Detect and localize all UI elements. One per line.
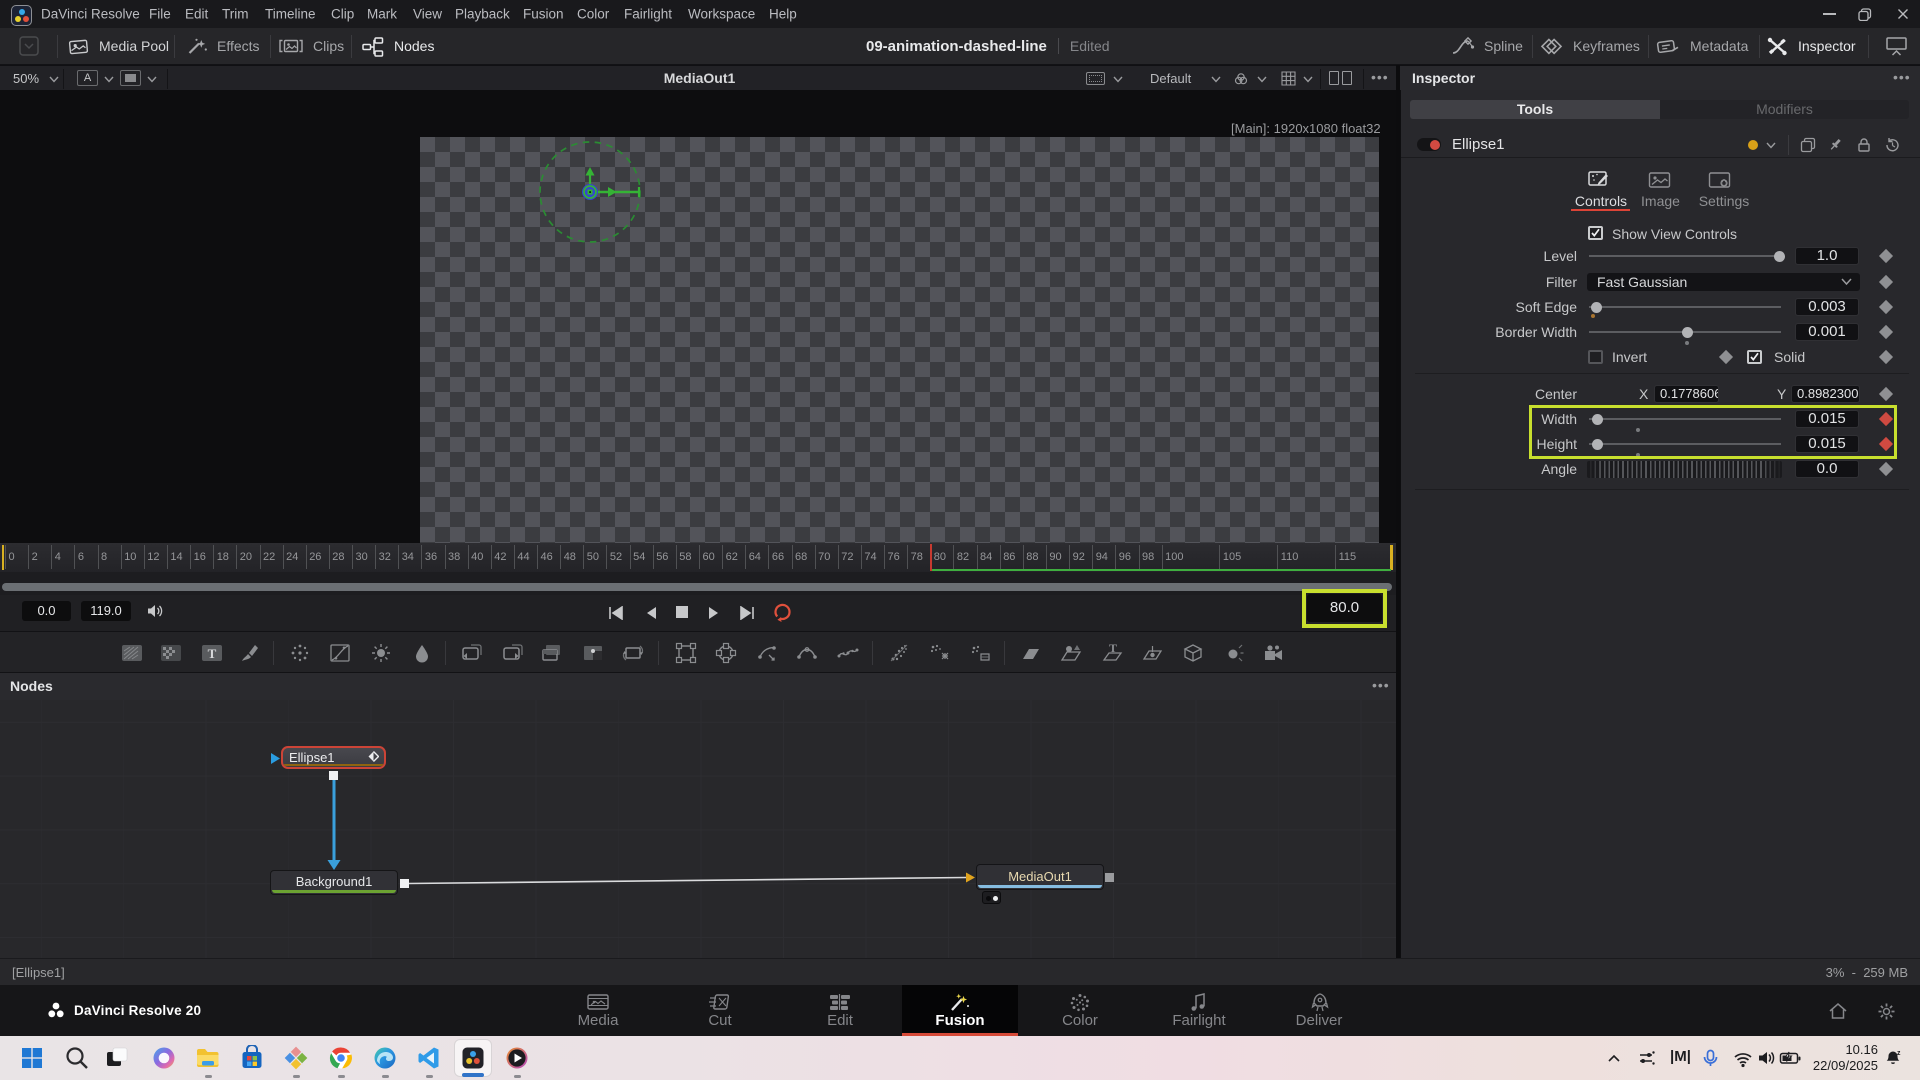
- svg-text:T: T: [1109, 641, 1117, 655]
- svg-text:z: z: [1897, 1050, 1901, 1057]
- svg-text:T: T: [208, 646, 217, 661]
